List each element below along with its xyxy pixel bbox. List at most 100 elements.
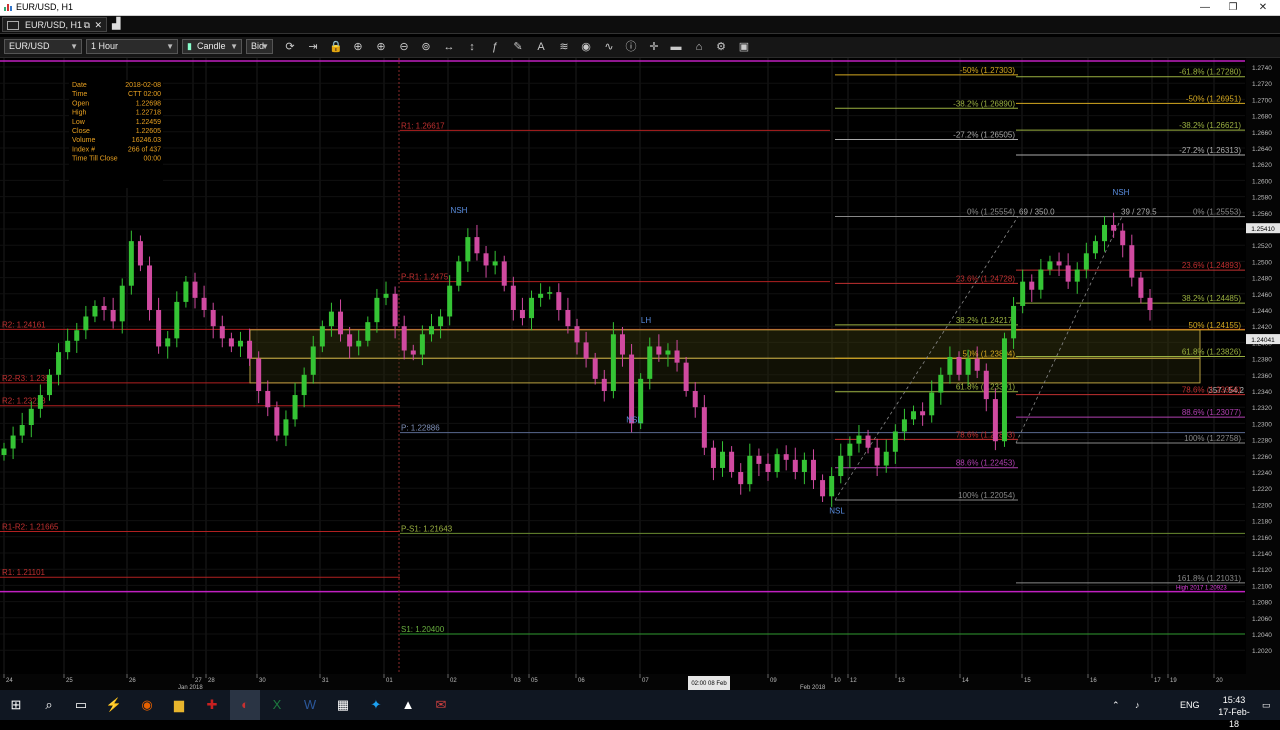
price-axis-tick: 1.2560 bbox=[1252, 211, 1272, 218]
candle-body bbox=[801, 459, 807, 472]
zoom-out-icon[interactable]: ⊖ bbox=[396, 39, 412, 55]
language-indicator[interactable]: ENG bbox=[1180, 690, 1200, 720]
price-axis-tick: 1.2200 bbox=[1252, 502, 1272, 509]
word-icon[interactable]: W bbox=[295, 690, 325, 720]
price-axis-tick: 1.2460 bbox=[1252, 292, 1272, 299]
candle-body bbox=[201, 297, 207, 310]
new-chart-icon[interactable]: ▟ bbox=[112, 17, 126, 32]
candle-body bbox=[710, 447, 716, 468]
candle-body bbox=[492, 261, 498, 266]
indicator-icon[interactable]: ∿ bbox=[601, 39, 617, 55]
instrument-select[interactable]: EUR/USD ▼ bbox=[4, 39, 82, 54]
time-axis-tick: 07 bbox=[642, 678, 649, 684]
excel-icon[interactable]: X bbox=[262, 690, 292, 720]
candle-body bbox=[128, 241, 134, 286]
chevron-down-icon: ▼ bbox=[230, 42, 238, 51]
lock-icon[interactable]: 🔒 bbox=[328, 39, 344, 55]
price-axis-tick: 1.2500 bbox=[1252, 259, 1272, 266]
fib-level-label: 100% (1.22758) bbox=[1184, 434, 1241, 443]
tab-eurusd-h1[interactable]: EUR/USD, H1 ⧉ ✕ bbox=[2, 17, 107, 32]
candle-body bbox=[210, 310, 216, 327]
zoom-in-icon[interactable]: ⊕ bbox=[350, 39, 366, 55]
trading-app-icon[interactable]: ✚ bbox=[197, 690, 227, 720]
volume-icon[interactable]: ♪ bbox=[1135, 690, 1140, 720]
maximize-button[interactable]: ❐ bbox=[1216, 0, 1250, 15]
app-pin-icon[interactable]: ⚡ bbox=[99, 690, 129, 720]
save-icon[interactable]: ▣ bbox=[736, 39, 752, 55]
zoom-in-alt-icon[interactable]: ⊕ bbox=[373, 39, 389, 55]
outlook-icon[interactable]: ✉ bbox=[426, 690, 456, 720]
fib-level-label: -61.8% (1.27280) bbox=[1179, 68, 1241, 77]
time-axis-tick: 01 bbox=[386, 678, 393, 684]
arrow-right-icon[interactable]: ⇥ bbox=[305, 39, 321, 55]
twitter-icon[interactable]: ✦ bbox=[361, 690, 391, 720]
time-axis-tick: 20 bbox=[1216, 678, 1223, 684]
candle-body bbox=[701, 407, 707, 448]
candle-body bbox=[510, 285, 516, 310]
time-axis-tick: 19 bbox=[1170, 678, 1177, 684]
candle-body bbox=[656, 346, 662, 355]
price-side-select[interactable]: Bid ▼ bbox=[246, 39, 273, 54]
layers-icon[interactable]: ≋ bbox=[556, 39, 572, 55]
swing-point-label: NSH bbox=[451, 206, 468, 215]
info-box-value: 1.22459 bbox=[136, 119, 161, 126]
fib-zone-rectangle-lower bbox=[249, 357, 1201, 384]
price-axis-tick: 1.2140 bbox=[1252, 551, 1272, 558]
chart-app-icon[interactable]: ◐ bbox=[230, 690, 260, 720]
function-icon[interactable]: ƒ bbox=[487, 39, 503, 55]
candle-body bbox=[592, 358, 598, 379]
pen-icon[interactable]: ✎ bbox=[510, 39, 526, 55]
calculator-icon[interactable]: ▦ bbox=[328, 690, 358, 720]
pivot-level-label: R1: 1.26617 bbox=[401, 121, 445, 130]
period-select[interactable]: 1 Hour ▼ bbox=[86, 39, 178, 54]
tab-close-icon[interactable]: ✕ bbox=[94, 18, 102, 33]
text-icon[interactable]: A bbox=[533, 39, 549, 55]
zoom-fit-icon[interactable]: ⊚ bbox=[418, 39, 434, 55]
ruler-icon[interactable]: ▬ bbox=[668, 39, 684, 55]
pivot-level-label: R2: 1.24161 bbox=[2, 320, 46, 329]
search-icon[interactable]: ⌕ bbox=[34, 690, 64, 720]
time-axis-tick: 09 bbox=[770, 678, 777, 684]
notifications-icon[interactable]: ▭ bbox=[1262, 690, 1271, 720]
clock-date: 17-Feb-18 bbox=[1218, 707, 1250, 729]
candle-body bbox=[392, 293, 398, 327]
windows-start-icon[interactable]: ⊞ bbox=[1, 690, 31, 720]
price-axis-tick: 1.2600 bbox=[1252, 178, 1272, 185]
time-axis-tick: 31 bbox=[322, 678, 329, 684]
firefox-icon[interactable]: ◉ bbox=[132, 690, 162, 720]
vpn-icon[interactable]: ▲ bbox=[393, 690, 423, 720]
price-axis-tick: 1.2720 bbox=[1252, 81, 1272, 88]
price-chart[interactable]: R1: 1.26617 R2: 1.24161 P-R1: 1.2475 R2-R3:… bbox=[0, 58, 1280, 690]
chart-type-select[interactable]: ▮ Candle ▼ bbox=[182, 39, 242, 54]
tab-label: EUR/USD, H1 bbox=[25, 20, 83, 30]
close-button[interactable]: ✕ bbox=[1246, 0, 1280, 15]
fib-level-label: -27.2% (1.26313) bbox=[1179, 146, 1241, 155]
candle-body bbox=[265, 391, 271, 408]
settings-icon[interactable]: ⚙ bbox=[713, 39, 729, 55]
popout-icon[interactable]: ⧉ bbox=[84, 18, 90, 33]
price-axis-tick: 1.2040 bbox=[1252, 632, 1272, 639]
candle-body bbox=[583, 342, 589, 359]
info-box-label: Close bbox=[72, 128, 90, 135]
candle-body bbox=[501, 261, 507, 286]
vertical-resize-icon[interactable]: ↕ bbox=[464, 39, 480, 55]
candle-body bbox=[792, 459, 798, 472]
fib-level-label: 88.6% (1.22453) bbox=[956, 459, 1015, 468]
refresh-icon[interactable]: ⟳ bbox=[282, 39, 298, 55]
chevron-down-icon: ▼ bbox=[261, 42, 269, 51]
candle-body bbox=[1047, 261, 1053, 270]
pivot-level-label: R1-R2: 1.21665 bbox=[2, 523, 59, 532]
info-box-value: 1.22605 bbox=[136, 128, 161, 135]
task-view-icon[interactable]: ▭ bbox=[66, 690, 96, 720]
network-icon[interactable]: ⌃ bbox=[1112, 690, 1120, 720]
candle-body bbox=[674, 350, 680, 363]
eye-icon[interactable]: ◉ bbox=[578, 39, 594, 55]
crosshair-icon[interactable]: ✛ bbox=[646, 39, 662, 55]
info-icon[interactable]: ⓘ bbox=[623, 39, 639, 55]
candle-body bbox=[319, 326, 325, 347]
file-explorer-icon[interactable]: ▆ bbox=[164, 690, 194, 720]
price-axis-tick: 1.2640 bbox=[1252, 146, 1272, 153]
tag-icon[interactable]: ⌂ bbox=[691, 39, 707, 55]
pivot-level-label: P-R1: 1.2475 bbox=[401, 273, 449, 282]
horizontal-resize-icon[interactable]: ↔ bbox=[441, 39, 457, 55]
